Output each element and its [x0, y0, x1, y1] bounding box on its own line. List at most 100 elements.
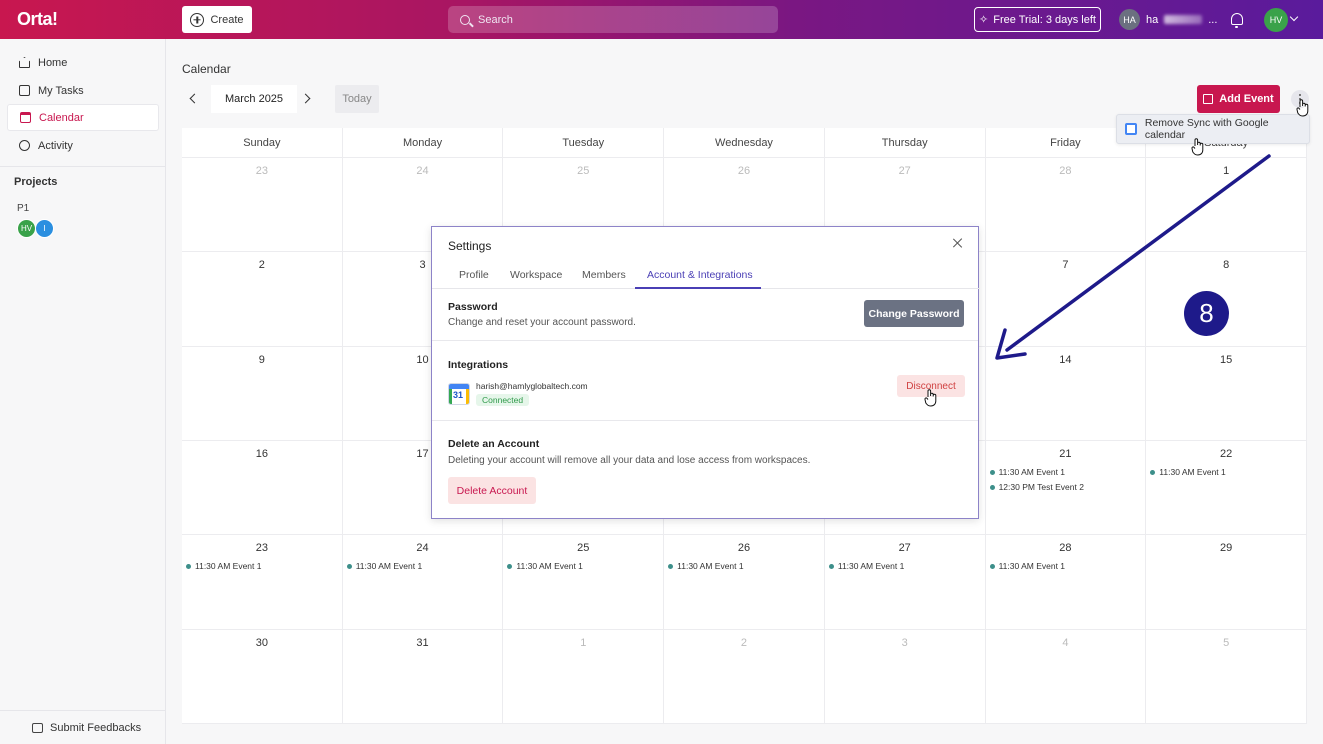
user-avatar: HA	[1119, 9, 1140, 30]
create-button[interactable]: Create	[182, 6, 252, 33]
sidebar-item-calendar[interactable]: Calendar	[7, 104, 159, 131]
calendar-day-cell[interactable]: 27 11:30 AM Event 1	[824, 535, 986, 630]
calendar-day-cell[interactable]: 2	[664, 629, 825, 724]
today-button[interactable]: Today	[335, 85, 379, 113]
calendar-plus-icon	[1203, 94, 1214, 104]
calendar-day-cell[interactable]: 1	[503, 629, 665, 724]
day-number: 23	[255, 165, 268, 177]
day-number: 23	[255, 542, 268, 555]
tab-profile[interactable]: Profile	[459, 269, 489, 281]
sidebar-item-activity[interactable]: Activity	[7, 132, 159, 159]
weekday-header: Thursday	[824, 128, 986, 158]
integrations-section-title: Integrations	[448, 359, 509, 371]
sidebar-item-my-tasks[interactable]: My Tasks	[7, 77, 159, 104]
profile-avatar[interactable]: HV	[1264, 8, 1288, 32]
calendar-day-cell[interactable]: 5	[1146, 629, 1307, 724]
day-number: 2	[258, 259, 265, 272]
day-number: 2	[740, 636, 748, 649]
calendar-day-cell[interactable]: 9	[182, 346, 343, 441]
google-calendar-icon	[1125, 123, 1137, 135]
feedback-label: Submit Feedbacks	[50, 722, 142, 734]
close-icon[interactable]	[952, 237, 964, 249]
calendar-day-cell[interactable]: 28 11:30 AM Event 1	[985, 535, 1147, 630]
sidebar-item-home[interactable]: Home	[7, 49, 159, 76]
active-tab-indicator	[635, 287, 761, 289]
calendar-event[interactable]: 11:30 AM Event 1	[668, 561, 743, 571]
submit-feedback-button[interactable]: Submit Feedbacks	[32, 722, 141, 734]
calendar-day-cell[interactable]: 3	[824, 629, 986, 724]
sidebar-item-label: Activity	[38, 139, 73, 152]
calendar-day-cell[interactable]: 22 11:30 AM Event 1	[1146, 441, 1307, 536]
calendar-event[interactable]: 11:30 AM Event 1	[990, 561, 1065, 571]
sidebar-divider	[0, 166, 165, 167]
message-icon	[32, 723, 43, 733]
status-badge: Connected	[476, 394, 530, 406]
annotation-arrow	[995, 154, 1271, 360]
calendar-day-cell[interactable]: 26 11:30 AM Event 1	[664, 535, 825, 630]
chevron-right-icon[interactable]	[300, 93, 311, 104]
hand-cursor-icon	[924, 389, 937, 407]
project-item-p1[interactable]: P1	[17, 203, 29, 214]
settings-modal: Settings Profile Workspace Members Accou…	[431, 226, 980, 519]
calendar-event[interactable]: 11:30 AM Event 1	[829, 561, 904, 571]
weekday-header: Sunday	[182, 128, 343, 158]
calendar-event[interactable]: 11:30 AM Event 1	[1150, 467, 1225, 477]
day-number: 28	[1059, 542, 1072, 555]
chevron-left-icon[interactable]	[189, 93, 200, 104]
calendar-day-cell[interactable]: 23	[182, 158, 343, 253]
sidebar-divider	[0, 710, 165, 711]
weekday-header: Tuesday	[503, 128, 665, 158]
calendar-day-cell[interactable]: 23 11:30 AM Event 1	[182, 535, 343, 630]
day-number: 5	[1223, 636, 1230, 649]
calendar-day-cell[interactable]: 2	[182, 252, 343, 347]
day-number: 24	[416, 165, 429, 177]
calendar-event[interactable]: 12:30 PM Test Event 2	[990, 482, 1084, 492]
search-placeholder: Search	[478, 13, 513, 26]
chevron-down-icon[interactable]	[1289, 12, 1299, 22]
day-number: 22	[1220, 448, 1233, 460]
sidebar-item-label: My Tasks	[38, 84, 84, 97]
tab-members[interactable]: Members	[582, 269, 626, 281]
sidebar-item-label: Home	[38, 56, 68, 69]
logo[interactable]: Orta!	[17, 9, 58, 30]
day-number: 1	[580, 636, 587, 649]
google-calendar-icon: 31	[448, 383, 470, 405]
calendar-day-cell[interactable]: 25 11:30 AM Event 1	[503, 535, 665, 630]
tab-account-integrations[interactable]: Account & Integrations	[647, 269, 753, 281]
calendar-day-cell[interactable]: 21 11:30 AM Event 1 12:30 PM Test Event 2	[985, 441, 1147, 536]
calendar-day-cell[interactable]: 24 11:30 AM Event 1	[342, 535, 504, 630]
calendar-day-cell[interactable]: 30	[182, 629, 343, 724]
calendar-event[interactable]: 11:30 AM Event 1	[347, 561, 422, 571]
calendar-day-cell[interactable]: 16	[182, 441, 343, 536]
search-icon	[460, 14, 470, 25]
change-password-button[interactable]: Change Password	[864, 300, 964, 327]
trial-label: Free Trial: 3 days left	[993, 13, 1096, 26]
calendar-day-cell[interactable]: 31	[342, 629, 504, 724]
add-event-button[interactable]: Add Event	[1197, 85, 1280, 113]
day-number: 24	[416, 542, 429, 555]
tab-workspace[interactable]: Workspace	[510, 269, 562, 281]
month-label[interactable]: March 2025	[211, 85, 297, 113]
day-number: 21	[1059, 448, 1072, 460]
remove-google-sync-menu-item[interactable]: Remove Sync with Google calendar	[1116, 114, 1310, 144]
day-number: 29	[1220, 542, 1233, 555]
plus-circle-icon	[190, 12, 205, 27]
page-title: Calendar	[182, 62, 231, 76]
calendar-day-cell[interactable]: 4	[985, 629, 1147, 724]
password-section-desc: Change and reset your account password.	[448, 317, 636, 328]
day-number: 9	[258, 353, 265, 366]
calendar-icon	[20, 112, 31, 123]
day-number: 25	[577, 542, 590, 555]
day-number: 3	[901, 636, 908, 649]
user-name-ellipsis: ...	[1208, 13, 1218, 26]
calendar-day-cell[interactable]: 29	[1146, 535, 1307, 630]
free-trial-button[interactable]: ✧ Free Trial: 3 days left	[974, 7, 1101, 32]
calendar-event[interactable]: 11:30 AM Event 1	[186, 561, 261, 571]
sidebar: Home My Tasks Calendar Activity Projects…	[0, 39, 166, 744]
workspace-user-chip[interactable]: HA ha ...	[1119, 9, 1217, 30]
delete-account-button[interactable]: Delete Account	[448, 477, 536, 504]
calendar-event[interactable]: 11:30 AM Event 1	[990, 467, 1065, 477]
search-input[interactable]: Search	[448, 6, 778, 33]
bell-icon[interactable]	[1231, 13, 1243, 28]
calendar-event[interactable]: 11:30 AM Event 1	[507, 561, 582, 571]
